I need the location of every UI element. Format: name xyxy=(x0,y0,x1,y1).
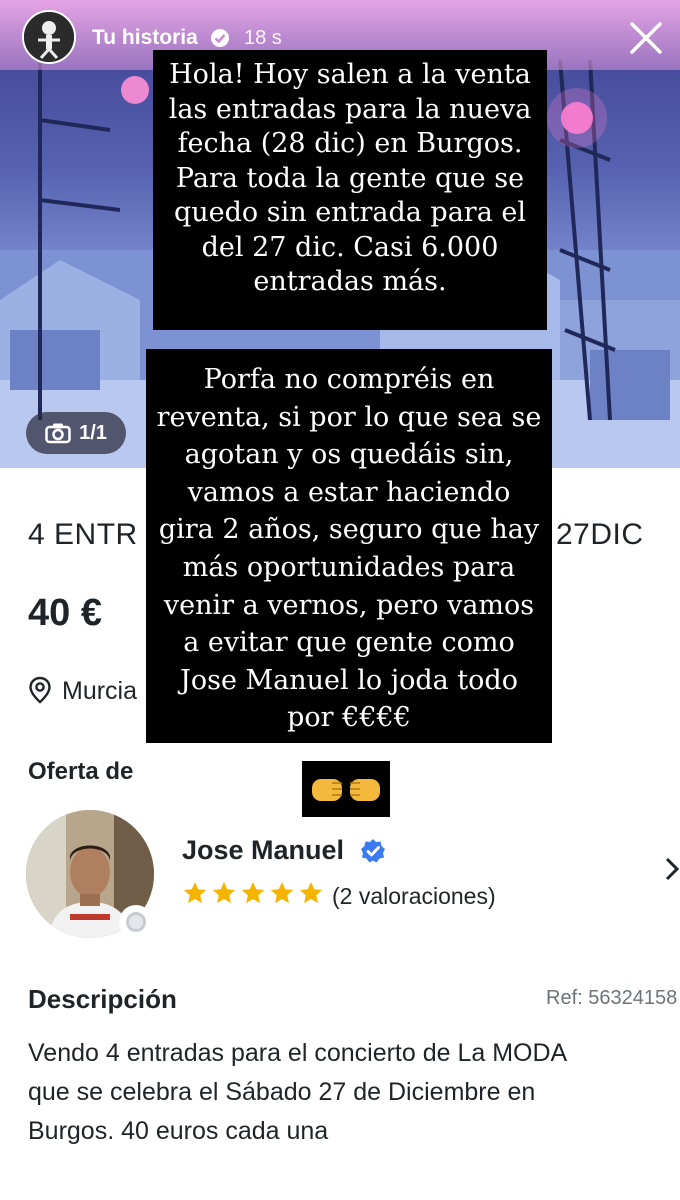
star-icon xyxy=(183,881,207,904)
chevron-right-icon[interactable] xyxy=(664,856,680,882)
listing-price: 40 € xyxy=(28,592,102,634)
close-icon[interactable] xyxy=(626,18,666,58)
overlay-line: Jose Manuel lo joda todo xyxy=(180,664,518,696)
location-pin-icon xyxy=(29,676,51,704)
listing-title-end: 27DIC xyxy=(556,518,644,551)
overlay-line: Hola! Hoy salen a la venta xyxy=(169,59,531,90)
star-icon xyxy=(241,881,265,904)
story-text-box-2: Porfa no compréis en reventa, si por lo … xyxy=(146,349,552,743)
skeleton-logo-icon xyxy=(24,12,74,62)
overlay-line: más oportunidades para xyxy=(182,551,516,583)
star-icon xyxy=(212,881,236,904)
star-icon xyxy=(299,881,323,904)
camera-icon xyxy=(45,423,71,444)
overlay-line: agotan y os quedáis sin, xyxy=(184,439,514,471)
overlay-line: a evitar que gente como xyxy=(183,627,515,659)
overlay-line: entradas más. xyxy=(253,266,447,297)
overlay-line: venir a vernos, pero vamos xyxy=(163,589,535,621)
seller-name[interactable]: Jose Manuel xyxy=(182,835,344,866)
fist-bump-icon xyxy=(312,779,380,801)
overlay-line: las entradas para la nueva xyxy=(168,93,532,125)
overlay-line: reventa, si por lo que sea se xyxy=(156,401,542,433)
emoji-sticker: 🤜🤛 xyxy=(302,761,390,817)
story-title[interactable]: Tu historia xyxy=(92,26,198,50)
listing-title-start: 4 ENTR xyxy=(28,518,138,551)
photo-counter: 1/1 xyxy=(26,412,126,454)
seller-status-indicator xyxy=(119,905,153,939)
verified-badge-icon xyxy=(211,29,229,47)
verified-badge-icon xyxy=(361,839,385,863)
overlay-line: Porfa no compréis en xyxy=(203,364,495,395)
story-text-box-1: Hola! Hoy salen a la venta las entradas … xyxy=(153,50,547,330)
overlay-line: por €€€€ xyxy=(287,702,411,734)
offer-label: Oferta de xyxy=(28,758,134,785)
ratings-count[interactable]: (2 valoraciones) xyxy=(332,883,496,910)
overlay-line: gira 2 años, seguro que hay xyxy=(158,514,540,546)
rating-stars xyxy=(182,880,324,906)
story-viewer: 1/1 Tu historia 18 s 4 ENTR 27DIC 40 € M… xyxy=(0,0,680,1200)
story-avatar[interactable] xyxy=(22,10,76,64)
overlay-line: fecha (28 dic) en Burgos. xyxy=(177,128,523,159)
description-line: que se celebra el Sábado 27 de Diciembre… xyxy=(28,1078,536,1106)
description-line: Vendo 4 entradas para el concierto de La… xyxy=(28,1039,568,1067)
star-icon xyxy=(270,881,294,904)
overlay-line: del 27 dic. Casi 6.000 xyxy=(201,231,499,263)
overlay-line: quedo sin entrada para el xyxy=(173,197,526,228)
description-text: Vendo 4 entradas para el concierto de La… xyxy=(28,1034,680,1151)
overlay-line: Para toda la gente que se xyxy=(175,162,525,194)
reference-number: Ref: 56324158 xyxy=(546,987,678,1009)
overlay-line: vamos a estar haciendo xyxy=(187,476,511,508)
photo-counter-text: 1/1 xyxy=(79,421,107,444)
description-line: Burgos. 40 euros cada una xyxy=(28,1117,329,1145)
story-time: 18 s xyxy=(244,27,282,49)
description-label: Descripción xyxy=(28,984,177,1014)
listing-location: Murcia xyxy=(62,677,138,705)
